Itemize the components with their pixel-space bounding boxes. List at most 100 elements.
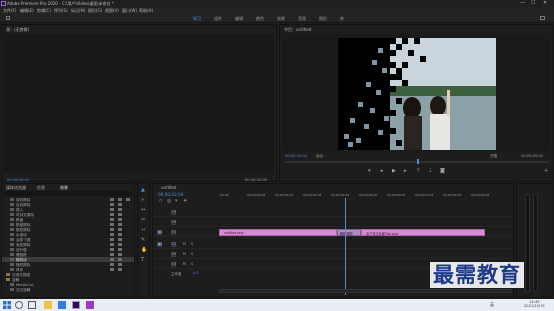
workspace-tab-audio[interactable]: 音频 — [298, 16, 306, 22]
transition-icon — [10, 198, 14, 201]
home-icon[interactable] — [6, 16, 10, 20]
transition-random-wipe[interactable]: 随机擦除 — [337, 229, 361, 236]
program-fit-select[interactable]: 适合 — [316, 154, 323, 159]
timeline-ruler[interactable]: :00;00 00;00;00;16 00;00;01;02 00;00;01;… — [219, 193, 512, 201]
workspace-tab-libraries[interactable]: 库 — [340, 16, 344, 22]
timeline-tab[interactable]: untitled — [161, 185, 176, 190]
badge-32bit — [118, 243, 122, 246]
ruler-label: 00;00;01;02 — [275, 193, 294, 197]
workspace-tab-editing[interactable]: 编辑 — [235, 16, 243, 22]
premiere-taskbar-icon[interactable] — [72, 301, 80, 309]
source-patch-a1[interactable]: A1 — [157, 242, 162, 247]
workspace-bar: 学习 组件 编辑 颜色 效果 音频 图形 库 — [0, 13, 554, 23]
linked-selection-icon[interactable]: ◎ — [167, 198, 171, 204]
source-patch-v1[interactable]: V1 — [157, 230, 162, 235]
ruler-label: 00;00;02;20 — [359, 193, 378, 197]
transition-icon — [10, 283, 14, 286]
track-target-a2[interactable]: A2 — [171, 252, 176, 257]
close-button[interactable]: ✕ — [543, 0, 547, 6]
timeline-timecode[interactable]: 00;00;02;04 — [158, 192, 184, 197]
list-item[interactable]: 交叉溶解 — [2, 287, 134, 292]
source-timecode-in[interactable]: 00;00;00;00 — [7, 178, 29, 182]
ime-indicator[interactable]: 英 — [490, 302, 494, 308]
solo-s-icon[interactable]: S — [191, 252, 193, 256]
track-target-v3[interactable]: V3 — [171, 210, 176, 215]
track-target-v2[interactable]: V2 — [171, 220, 176, 225]
workspace-tab-graphics[interactable]: 图形 — [319, 16, 327, 22]
badge-accelerated — [110, 238, 114, 241]
track-select-tool-icon[interactable]: » — [141, 197, 144, 203]
folder-icon — [6, 278, 10, 281]
workspace-tab-color[interactable]: 颜色 — [256, 16, 264, 22]
app-icon[interactable] — [86, 301, 94, 309]
badge-32bit — [118, 198, 122, 201]
search-icon[interactable] — [540, 16, 545, 20]
ripple-edit-tool-icon[interactable]: ↔ — [141, 207, 145, 213]
maximize-button[interactable]: ☐ — [531, 0, 535, 6]
ruler-label: 00;00;02;04 — [331, 193, 350, 197]
effects-search-input[interactable] — [4, 191, 132, 196]
workspace-tab-learn[interactable]: 学习 — [193, 16, 201, 22]
clip-label: untitled.png — [224, 230, 244, 235]
track-target-a3[interactable]: A3 — [171, 262, 176, 267]
mark-in-button[interactable]: ▾ — [368, 168, 371, 174]
workspace-tab-effects[interactable]: 效果 — [277, 16, 285, 22]
selection-tool-icon[interactable]: ▲ — [141, 187, 145, 193]
file-explorer-icon[interactable] — [44, 301, 52, 309]
slip-tool-icon[interactable]: ⇿ — [141, 227, 145, 233]
taskbar: 英 15:45 2021/10/15 — [0, 299, 554, 311]
program-playhead[interactable] — [417, 159, 419, 164]
source-monitor-tab[interactable]: 源：(无剪辑) — [6, 27, 29, 33]
badge-accelerated — [110, 213, 114, 216]
windows-start-icon[interactable] — [3, 301, 11, 309]
ruler-label: 00;00;01;18 — [303, 193, 322, 197]
task-view-icon[interactable] — [28, 301, 36, 309]
export-frame-button[interactable]: ◙ — [440, 168, 445, 174]
search-icon[interactable] — [15, 301, 23, 309]
timeline-scrollbar[interactable] — [219, 289, 512, 293]
mute-m-icon[interactable]: M — [183, 252, 186, 256]
program-monitor-tab[interactable]: 节目：untitled — [284, 27, 311, 33]
badge-accelerated — [110, 248, 114, 251]
track-v1: V1 V1 untitled.png 随机擦除 由于是正反面Tbk.png — [153, 228, 513, 237]
master-volume[interactable]: 0.0 — [193, 271, 198, 275]
step-forward-button[interactable]: ▸ — [404, 168, 407, 174]
clock[interactable]: 15:45 2021/10/15 — [524, 300, 545, 308]
snap-icon[interactable]: ∩ — [159, 198, 163, 204]
program-quality-select[interactable]: 完整 — [490, 154, 497, 159]
type-tool-icon[interactable]: T — [141, 257, 144, 263]
browser-icon[interactable] — [58, 301, 66, 309]
transition-icon — [10, 213, 14, 216]
badge-accelerated — [110, 223, 114, 226]
track-target-v1[interactable]: V1 — [171, 230, 176, 235]
add-marker-icon[interactable]: ▾ — [175, 198, 178, 204]
badge-32bit — [118, 223, 122, 226]
transition-icon — [10, 238, 14, 241]
razor-tool-icon[interactable]: ✂ — [141, 217, 145, 223]
workspace-tab-assembly[interactable]: 组件 — [214, 16, 222, 22]
track-target-a1[interactable]: A1 — [171, 242, 176, 247]
badge-accelerated — [110, 218, 114, 221]
clip-second[interactable]: 由于是正反面Tbk.png — [361, 229, 485, 236]
clip-untitled[interactable]: untitled.png — [219, 229, 337, 236]
pen-tool-icon[interactable]: ✎ — [141, 237, 145, 243]
solo-s-icon[interactable]: S — [191, 262, 193, 266]
timeline-settings-icon[interactable]: ✦ — [183, 198, 187, 204]
extract-button[interactable]: ⇣ — [428, 168, 432, 174]
solo-s-icon[interactable]: S — [191, 242, 193, 246]
lift-button[interactable]: ⇡ — [416, 168, 420, 174]
timeline-playhead[interactable] — [344, 198, 346, 295]
mute-m-icon[interactable]: M — [183, 242, 186, 246]
badge-32bit — [118, 253, 122, 256]
minimize-button[interactable]: — — [520, 0, 525, 6]
mute-m-icon[interactable]: M — [183, 262, 186, 266]
source-monitor-panel: 源：(无剪辑) 00;00;00;00 00;00;00;00 — [1, 24, 277, 182]
hand-tool-icon[interactable]: ✋ — [141, 247, 147, 253]
add-button[interactable]: + — [544, 168, 548, 174]
ruler-label: 00;00;00;16 — [247, 193, 266, 197]
track-v3: V3 — [153, 208, 513, 217]
step-back-button[interactable]: ◂ — [380, 168, 383, 174]
transition-icon — [10, 233, 14, 236]
program-timecode[interactable]: 00;00;02;04 — [285, 154, 307, 158]
play-button[interactable]: ▶ — [392, 168, 396, 174]
